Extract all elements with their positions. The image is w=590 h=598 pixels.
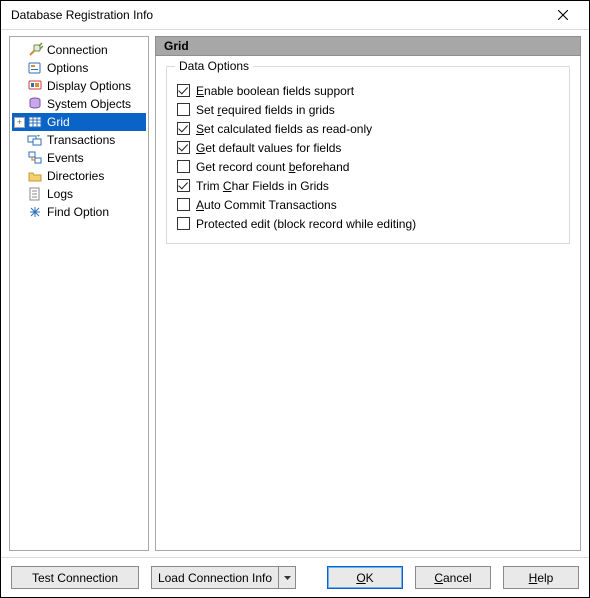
tree-label: Transactions <box>45 133 117 147</box>
button-label: OK <box>356 571 373 585</box>
transactions-icon <box>27 132 43 148</box>
checkbox-icon <box>177 103 190 116</box>
checkbox-icon <box>177 179 190 192</box>
expando-collapsed-icon[interactable]: + <box>14 117 25 128</box>
grid-icon <box>27 114 43 130</box>
tree-item-directories[interactable]: Directories <box>12 167 146 185</box>
checkbox-enable-boolean[interactable]: Enable boolean fields support <box>177 81 559 100</box>
button-label: Load Connection Info <box>158 571 272 585</box>
options-icon <box>27 60 43 76</box>
content-panel: Data Options Enable boolean fields suppo… <box>155 56 581 551</box>
button-label: Help <box>529 571 554 585</box>
checkbox-label: Trim Char Fields in Grids <box>196 179 329 193</box>
checkbox-auto-commit[interactable]: Auto Commit Transactions <box>177 195 559 214</box>
expando-none <box>14 207 25 218</box>
checkbox-set-calculated-readonly[interactable]: Set calculated fields as read-only <box>177 119 559 138</box>
button-label: Cancel <box>434 571 471 585</box>
ok-button[interactable]: OK <box>327 566 403 589</box>
dialog-footer: Test Connection Load Connection Info OK … <box>1 557 589 597</box>
checkbox-label: Get record count beforehand <box>196 160 349 174</box>
system-objects-icon <box>27 96 43 112</box>
close-button[interactable] <box>545 3 581 27</box>
expando-none <box>14 135 25 146</box>
titlebar: Database Registration Info <box>1 1 589 29</box>
tree-item-transactions[interactable]: Transactions <box>12 131 146 149</box>
tree-label: Events <box>45 151 86 165</box>
tree-label: Display Options <box>45 79 133 93</box>
test-connection-button[interactable]: Test Connection <box>11 566 139 589</box>
checkbox-get-record-count[interactable]: Get record count beforehand <box>177 157 559 176</box>
folder-icon <box>27 168 43 184</box>
tree-item-options[interactable]: Options <box>12 59 146 77</box>
display-icon <box>27 78 43 94</box>
find-icon <box>27 204 43 220</box>
content-header: Grid <box>155 36 581 56</box>
expando-none <box>14 45 25 56</box>
button-label: Test Connection <box>32 571 118 585</box>
checkbox-icon <box>177 160 190 173</box>
dialog-body: Connection Options Display Options Syste… <box>1 30 589 557</box>
checkbox-label: Auto Commit Transactions <box>196 198 337 212</box>
checkbox-icon <box>177 122 190 135</box>
tree-label: Logs <box>45 187 75 201</box>
checkbox-label: Get default values for fields <box>196 141 341 155</box>
logs-icon <box>27 186 43 202</box>
expando-none <box>14 99 25 110</box>
expando-none <box>14 63 25 74</box>
tree-item-connection[interactable]: Connection <box>12 41 146 59</box>
load-connection-dropdown[interactable] <box>279 566 296 589</box>
expando-none <box>14 171 25 182</box>
plug-icon <box>27 42 43 58</box>
close-icon <box>558 10 568 20</box>
tree-item-display-options[interactable]: Display Options <box>12 77 146 95</box>
tree-label: Options <box>45 61 90 75</box>
checkbox-label: Set calculated fields as read-only <box>196 122 372 136</box>
help-button[interactable]: Help <box>503 566 579 589</box>
tree-item-events[interactable]: Events <box>12 149 146 167</box>
checkbox-icon <box>177 198 190 211</box>
tree-label: Connection <box>45 43 110 57</box>
events-icon <box>27 150 43 166</box>
group-title: Data Options <box>175 59 253 73</box>
checkbox-label: Enable boolean fields support <box>196 84 354 98</box>
tree-item-logs[interactable]: Logs <box>12 185 146 203</box>
tree-label: Directories <box>45 169 106 183</box>
tree-label: Find Option <box>45 205 111 219</box>
expando-none <box>14 153 25 164</box>
load-connection-button[interactable]: Load Connection Info <box>151 566 279 589</box>
tree-label: System Objects <box>45 97 133 111</box>
tree-label: Grid <box>45 115 72 129</box>
tree-item-find-option[interactable]: Find Option <box>12 203 146 221</box>
checkbox-icon <box>177 217 190 230</box>
load-connection-split-button[interactable]: Load Connection Info <box>151 566 296 589</box>
data-options-group: Data Options Enable boolean fields suppo… <box>166 66 570 244</box>
expando-none <box>14 81 25 92</box>
checkbox-icon <box>177 84 190 97</box>
window-title: Database Registration Info <box>11 8 545 22</box>
checkbox-get-default-values[interactable]: Get default values for fields <box>177 138 559 157</box>
checkbox-protected-edit[interactable]: Protected edit (block record while editi… <box>177 214 559 233</box>
dialog-window: Database Registration Info Connection Op… <box>0 0 590 598</box>
content-area: Grid Data Options Enable boolean fields … <box>155 36 581 551</box>
checkbox-label: Set required fields in grids <box>196 103 335 117</box>
cancel-button[interactable]: Cancel <box>415 566 491 589</box>
checkbox-set-required[interactable]: Set required fields in grids <box>177 100 559 119</box>
expando-none <box>14 189 25 200</box>
checkbox-trim-char-fields[interactable]: Trim Char Fields in Grids <box>177 176 559 195</box>
checkbox-icon <box>177 141 190 154</box>
chevron-down-icon <box>284 576 291 580</box>
content-title: Grid <box>164 39 189 53</box>
tree-item-system-objects[interactable]: System Objects <box>12 95 146 113</box>
checkbox-label: Protected edit (block record while editi… <box>196 217 416 231</box>
tree-item-grid[interactable]: + Grid <box>12 113 146 131</box>
nav-tree[interactable]: Connection Options Display Options Syste… <box>9 36 149 551</box>
